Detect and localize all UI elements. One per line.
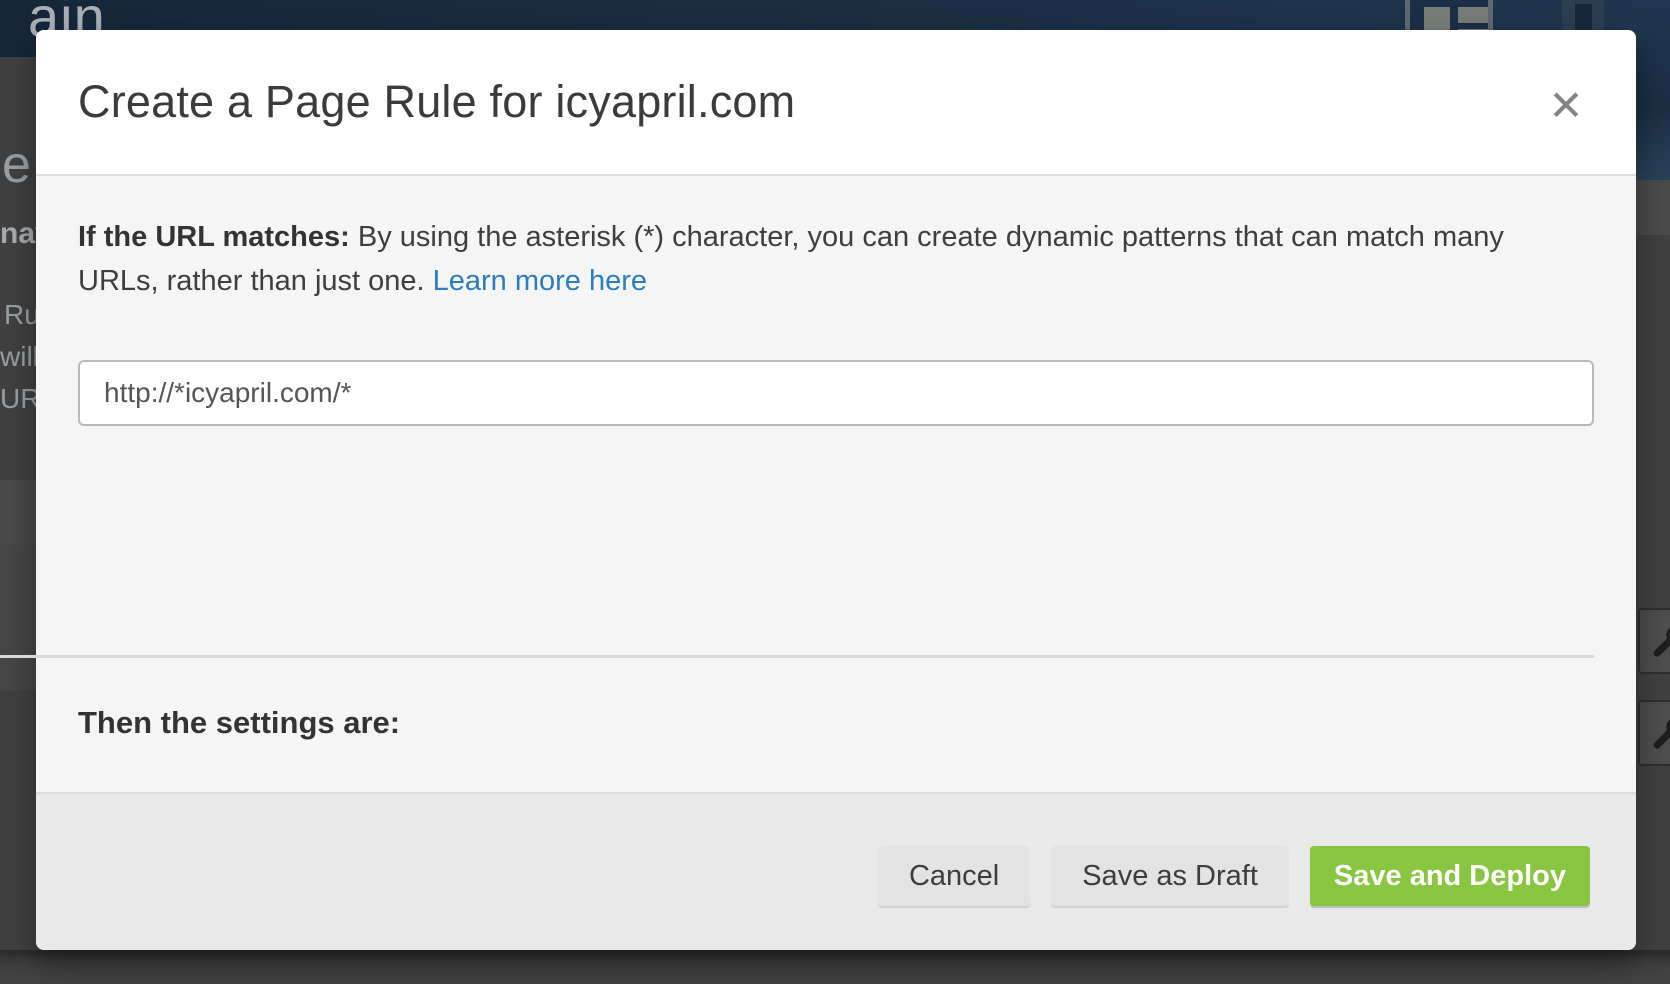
background-bottom-strip	[0, 950, 1670, 984]
background-text-fragment: UR	[0, 383, 36, 415]
url-match-label: If the URL matches:	[78, 221, 350, 253]
background-text-fragment: e	[2, 135, 31, 195]
modal-title: Create a Page Rule for icyapril.com	[78, 76, 795, 128]
close-icon: ✕	[1548, 82, 1583, 129]
background-band	[1636, 180, 1670, 235]
settings-heading: Then the settings are:	[78, 705, 400, 741]
section-divider	[0, 655, 1594, 658]
cancel-button[interactable]: Cancel	[878, 846, 1030, 906]
background-text-fragment: nav	[0, 217, 36, 251]
background-text-fragment: will	[0, 341, 36, 373]
background-rule-box	[1638, 608, 1670, 674]
modal-body: If the URL matches: By using the asteris…	[36, 215, 1636, 426]
close-button[interactable]: ✕	[1540, 80, 1592, 132]
save-as-draft-button[interactable]: Save as Draft	[1051, 846, 1289, 906]
background-left-strip: e nav Ru will UR	[0, 57, 36, 950]
modal-header: Create a Page Rule for icyapril.com ✕	[36, 30, 1636, 176]
url-pattern-input[interactable]	[78, 360, 1594, 426]
background-band	[1636, 0, 1670, 180]
page-rule-modal: Create a Page Rule for icyapril.com ✕ If…	[36, 30, 1636, 950]
background-text-fragment: Ru	[4, 299, 36, 331]
grid-icon-bar	[1458, 7, 1488, 23]
modal-footer: Cancel Save as Draft Save and Deploy	[36, 792, 1636, 950]
save-and-deploy-button[interactable]: Save and Deploy	[1310, 846, 1590, 906]
background-right-strip	[1636, 0, 1670, 950]
wrench-icon	[1648, 622, 1670, 662]
background-band	[0, 545, 36, 690]
url-match-paragraph: If the URL matches: By using the asteris…	[78, 215, 1558, 303]
wrench-icon	[1648, 714, 1670, 754]
footer-buttons: Cancel Save as Draft Save and Deploy	[878, 846, 1590, 906]
learn-more-link[interactable]: Learn more here	[433, 265, 647, 297]
background-band	[0, 480, 36, 545]
background-rule-box	[1638, 700, 1670, 766]
screen: ain. e nav Ru will UR	[0, 0, 1670, 984]
